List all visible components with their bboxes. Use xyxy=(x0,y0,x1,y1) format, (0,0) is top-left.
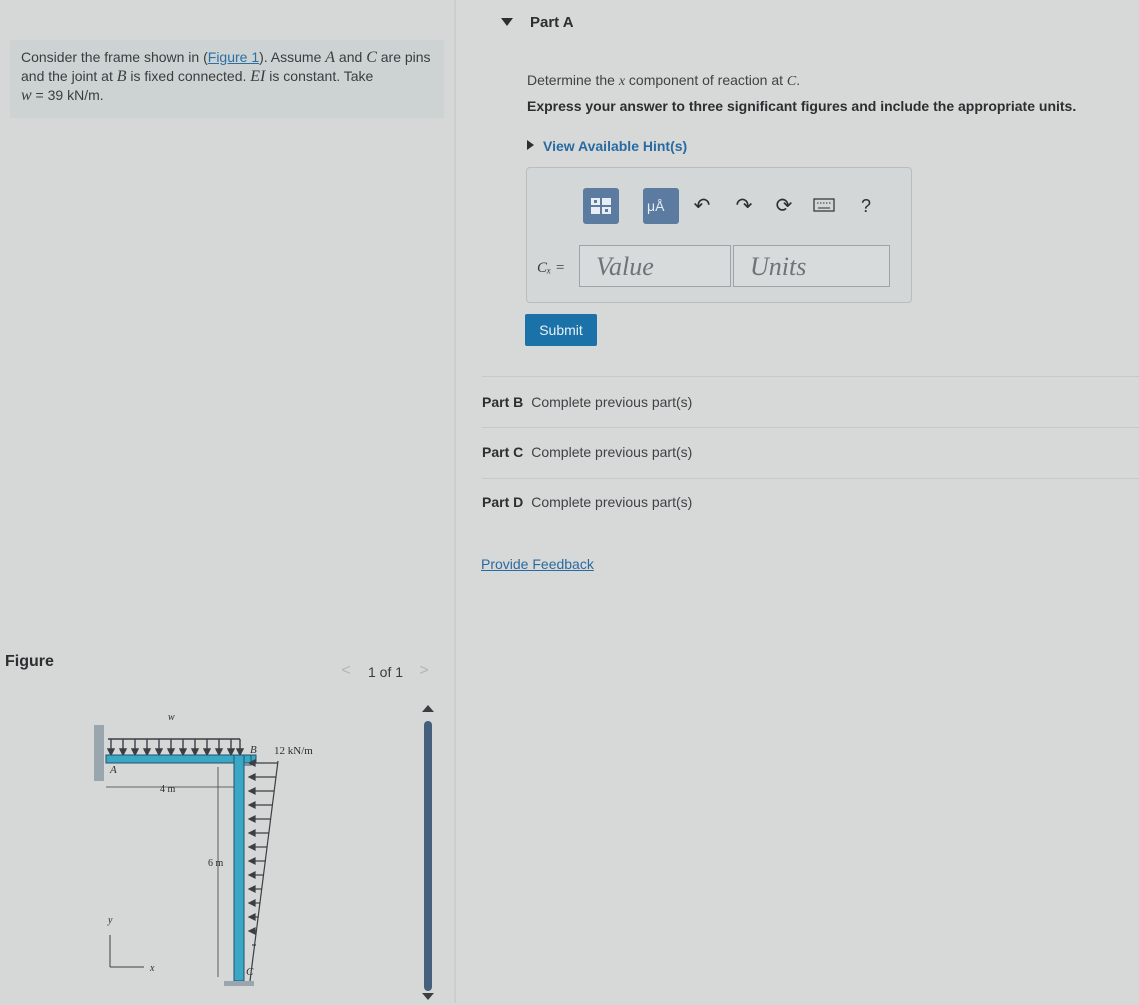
answer-box: μÅ ↶ ↷ ⟳ ? Cₓ = Value Units xyxy=(526,167,912,303)
answer-instruction: Express your answer to three significant… xyxy=(527,98,1077,114)
keyboard-icon[interactable] xyxy=(813,196,835,216)
problem-panel: Consider the frame shown in (Figure 1). … xyxy=(0,0,454,1003)
label-height: 6 m xyxy=(208,858,224,869)
value-field[interactable]: Value xyxy=(579,245,731,287)
collapse-caret-icon[interactable] xyxy=(501,18,513,26)
previous-figure-button[interactable]: < xyxy=(334,660,358,684)
label-x-axis: x xyxy=(149,963,155,974)
label-load: 12 kN/m xyxy=(274,745,313,757)
dimension-lines xyxy=(106,767,234,977)
figure-link[interactable]: Figure 1 xyxy=(208,49,259,65)
label-y-axis: y xyxy=(107,915,113,926)
label-b: B xyxy=(250,744,257,756)
part-d-row[interactable]: Part D Complete previous part(s) xyxy=(482,494,1139,510)
templates-glyph-icon xyxy=(591,198,611,214)
label-w: w xyxy=(168,712,175,723)
view-hints-toggle[interactable]: View Available Hint(s) xyxy=(527,138,687,154)
figure-scrollbar[interactable] xyxy=(420,705,436,1000)
figure-pager: < 1 of 1 > xyxy=(332,660,436,684)
help-icon[interactable]: ? xyxy=(855,196,877,216)
scroll-up-arrow-icon[interactable] xyxy=(422,705,434,712)
part-c-row[interactable]: Part C Complete previous part(s) xyxy=(482,444,1139,460)
problem-statement: Consider the frame shown in (Figure 1). … xyxy=(10,40,444,118)
label-span: 4 m xyxy=(160,784,176,795)
part-separator xyxy=(482,478,1139,479)
distributed-load-w xyxy=(106,738,245,757)
reset-icon[interactable]: ⟳ xyxy=(773,196,795,216)
templates-icon[interactable] xyxy=(583,188,619,224)
part-separator xyxy=(482,427,1139,428)
frame-diagram: w A B 12 kN/m 4 m 6 m C y x xyxy=(94,712,313,986)
frame-figure: w A B 12 kN/m 4 m 6 m C y x xyxy=(92,705,342,1000)
units-icon[interactable]: μÅ xyxy=(643,188,679,224)
part-b-row[interactable]: Part B Complete previous part(s) xyxy=(482,394,1139,410)
next-figure-button[interactable]: > xyxy=(412,660,436,684)
ground-support-c xyxy=(224,981,254,986)
label-a: A xyxy=(109,764,117,776)
part-separator xyxy=(482,376,1139,377)
coordinate-axes xyxy=(109,935,144,968)
label-c: C xyxy=(246,966,254,978)
provide-feedback-link[interactable]: Provide Feedback xyxy=(481,556,594,572)
problem-text: Consider the frame shown in (Figure 1). … xyxy=(21,49,431,104)
column-divider xyxy=(454,0,456,1003)
expand-triangle-icon xyxy=(527,140,534,150)
undo-icon[interactable]: ↶ xyxy=(691,196,713,216)
redo-icon[interactable]: ↷ xyxy=(733,196,755,216)
triangular-load xyxy=(247,759,279,982)
units-field[interactable]: Units xyxy=(733,245,890,287)
scroll-down-arrow-icon[interactable] xyxy=(422,993,434,1000)
submit-button[interactable]: Submit xyxy=(525,314,597,346)
figure-page-count: 1 of 1 xyxy=(368,664,404,680)
wall-support-a xyxy=(94,725,104,781)
question-text: Determine the x component of reaction at… xyxy=(527,72,801,89)
part-a-title[interactable]: Part A xyxy=(530,14,574,31)
figure-heading: Figure xyxy=(5,653,54,670)
cx-label: Cₓ = xyxy=(537,260,566,276)
scroll-thumb[interactable] xyxy=(424,721,432,991)
column-bc xyxy=(233,754,245,982)
